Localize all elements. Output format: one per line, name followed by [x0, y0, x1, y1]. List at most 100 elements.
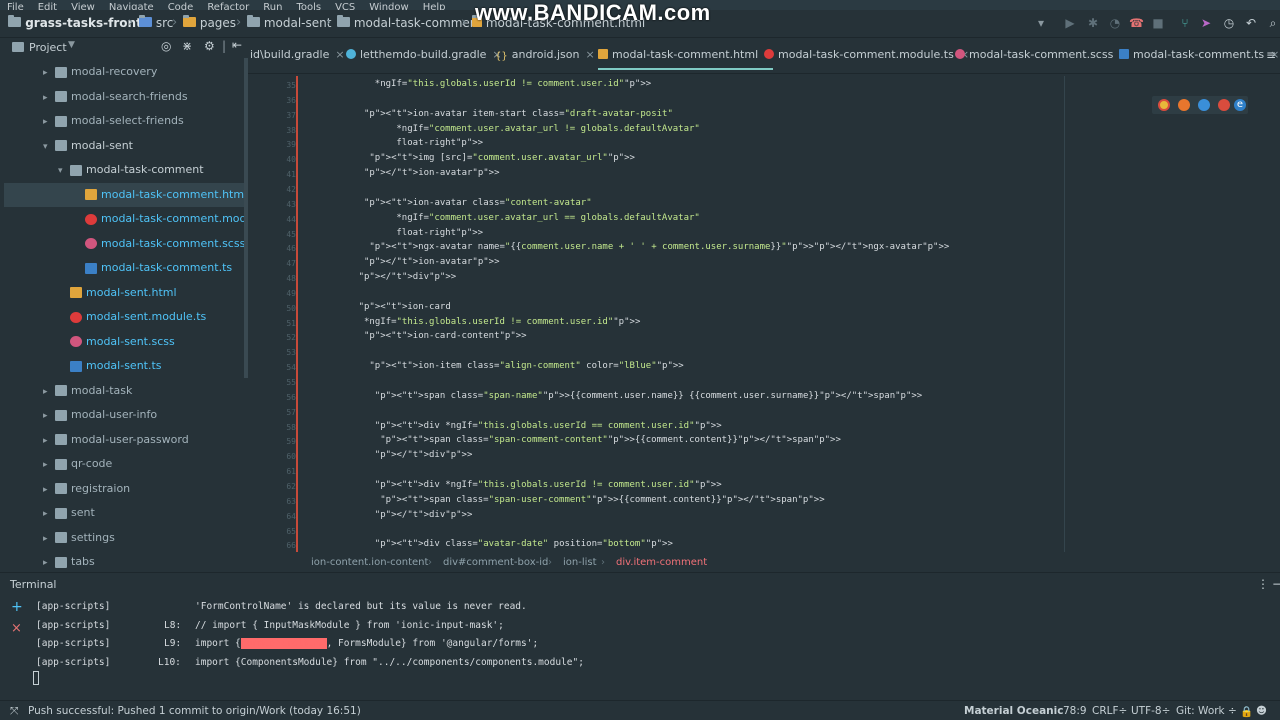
git-branch[interactable]: Git: Work ÷: [1176, 705, 1237, 717]
close-icon[interactable]: ×: [585, 48, 594, 61]
new-session-icon[interactable]: +: [11, 599, 23, 615]
chevron-right-icon[interactable]: ▸: [43, 110, 55, 135]
vcs-push-icon[interactable]: ➤: [1199, 16, 1213, 30]
tree-item-modal-task-comment-scss[interactable]: modal-task-comment.scss: [4, 232, 248, 257]
tree-item-modal-user-info[interactable]: ▸ modal-user-info: [4, 403, 248, 428]
menu-item-window[interactable]: Window: [362, 3, 415, 11]
chevron-right-icon[interactable]: ▸: [43, 478, 55, 503]
menu-item-edit[interactable]: Edit: [31, 3, 64, 11]
tree-item-qr-code[interactable]: ▸ qr-code: [4, 452, 248, 477]
tab-android-json[interactable]: {} android.json ×: [495, 48, 595, 70]
hide-terminal-icon[interactable]: −: [1272, 577, 1280, 591]
nav-src-crumb[interactable]: src: [139, 15, 173, 30]
safari-icon[interactable]: [1198, 99, 1210, 111]
code-line[interactable]: "p"><"t">ion-card-content"p">>: [364, 331, 527, 341]
tree-item-modal-sent-html[interactable]: modal-sent.html: [4, 281, 248, 306]
code-line[interactable]: "p"><"t">div *ngIf="this.globals.userId …: [375, 480, 722, 490]
menu-item-help[interactable]: Help: [416, 3, 453, 11]
nav-project-crumb[interactable]: grass-tasks-front: [8, 15, 142, 30]
code-line[interactable]: *ngIf="this.globals.userId != comment.us…: [364, 317, 640, 327]
tree-item-modal-user-password[interactable]: ▸ modal-user-password: [4, 428, 248, 453]
project-view-selector[interactable]: Project: [29, 41, 67, 54]
code-line[interactable]: "p"></"t">ion-avatar"p">>: [364, 257, 500, 267]
code-line[interactable]: "p"><"t">div class="avatar-date" positio…: [375, 539, 673, 549]
tree-item-modal-sent[interactable]: ▾ modal-sent: [4, 134, 248, 159]
coverage-icon[interactable]: ◔: [1108, 16, 1122, 30]
tab-build-gradle[interactable]: id\build.gradle ×: [250, 48, 345, 70]
code-line[interactable]: "p"></"t">div"p">>: [359, 272, 457, 282]
chevron-right-icon[interactable]: ▸: [43, 429, 55, 454]
tree-item-modal-task-comment-ts[interactable]: modal-task-comment.ts: [4, 256, 248, 281]
revert-icon[interactable]: ↶: [1244, 16, 1258, 30]
tree-item-modal-sent-ts[interactable]: modal-sent.ts: [4, 354, 248, 379]
chevron-right-icon[interactable]: ▸: [43, 453, 55, 478]
code-line[interactable]: *ngIf="this.globals.userId != comment.us…: [375, 79, 651, 89]
tree-item-settings[interactable]: ▸ settings: [4, 526, 248, 551]
chevron-down-icon[interactable]: ▾: [58, 159, 70, 184]
target-icon[interactable]: ◎: [161, 39, 171, 53]
menu-item-file[interactable]: File: [0, 3, 31, 11]
menu-item-navigate[interactable]: Navigate: [102, 3, 161, 11]
vcs-update-icon[interactable]: ⑂: [1178, 16, 1192, 30]
code-line[interactable]: "p"></"t">div"p">>: [375, 450, 473, 460]
lock-icon[interactable]: 🔒: [1240, 705, 1253, 718]
chevron-right-icon[interactable]: ▸: [43, 502, 55, 527]
tree-item-modal-task[interactable]: ▸ modal-task: [4, 379, 248, 404]
chevron-down-icon[interactable]: ▾: [43, 135, 55, 160]
opera-icon[interactable]: [1218, 99, 1230, 111]
ie-icon[interactable]: e: [1234, 99, 1246, 111]
nav-pages-crumb[interactable]: pages: [183, 15, 236, 30]
crumb-ion-content[interactable]: ion-content.ion-content: [311, 557, 428, 568]
close-session-icon[interactable]: ×: [11, 621, 22, 636]
nav-modal-sent-crumb[interactable]: modal-sent: [247, 15, 331, 30]
code-line[interactable]: "p"><"t">ion-item class="align-comment" …: [369, 361, 683, 371]
tree-item-modal-sent-scss[interactable]: modal-sent.scss: [4, 330, 248, 355]
chevron-right-icon[interactable]: ▸: [43, 61, 55, 86]
tree-item-modal-task-comment-html[interactable]: modal-task-comment.html: [4, 182, 248, 207]
crumb-comment-box[interactable]: div#comment-box-id: [443, 557, 548, 568]
code-line[interactable]: "p"><"t">ngx-avatar name="{{comment.user…: [369, 242, 949, 252]
code-line[interactable]: float-right"p">>: [396, 228, 483, 238]
menu-item-refactor[interactable]: Refactor: [200, 3, 256, 11]
status-message[interactable]: Push successful: Pushed 1 commit to orig…: [28, 705, 361, 717]
code-line[interactable]: "p"><"t">ion-avatar item-start class="dr…: [364, 109, 673, 119]
code-line[interactable]: "p"></"t">ion-avatar"p">>: [364, 168, 500, 178]
code-line[interactable]: "p"><"t">ion-card: [359, 302, 451, 312]
gear-icon[interactable]: ⚙: [204, 39, 215, 53]
code-line[interactable]: *ngIf="comment.user.avatar_url == global…: [396, 213, 699, 223]
tree-item-modal-recovery[interactable]: ▸ modal-recovery: [4, 60, 248, 85]
line-separator[interactable]: CRLF÷: [1092, 705, 1127, 717]
history-icon[interactable]: ◷: [1222, 16, 1236, 30]
chevron-right-icon[interactable]: ▸: [43, 86, 55, 111]
chevron-right-icon[interactable]: ▸: [43, 551, 55, 570]
tab-letthemdo-build-gradle[interactable]: letthemdo-build.gradle ×: [346, 48, 502, 70]
chevron-down-icon[interactable]: ▼: [68, 40, 75, 50]
firefox-icon[interactable]: [1178, 99, 1190, 111]
tree-item-modal-task-comment-module-ts[interactable]: modal-task-comment.module.ts: [4, 207, 248, 232]
tab-modal-task-comment-module-ts[interactable]: modal-task-comment.module.ts×: [764, 48, 969, 70]
menu-item-view[interactable]: View: [64, 3, 102, 11]
code-line[interactable]: "p"><"t">div *ngIf="this.globals.userId …: [375, 421, 722, 431]
code-editor[interactable]: 35 36 37 38 39 40 41 42 43 44 45 46 47 48 49 50 51 52 53 54…: [248, 76, 1280, 552]
tree-item-modal-task-comment[interactable]: ▾ modal-task-comment: [4, 158, 248, 183]
code-line[interactable]: "p"><"t">span class="span-comment-conten…: [380, 435, 841, 445]
stop-icon[interactable]: ■: [1151, 16, 1165, 30]
tree-item-tabs[interactable]: ▸ tabs: [4, 550, 248, 570]
chevron-right-icon[interactable]: ▸: [43, 380, 55, 405]
cursor-position[interactable]: 78:9: [1063, 705, 1087, 717]
theme-indicator[interactable]: Material Oceanic: [964, 705, 1063, 717]
menu-item-run[interactable]: Run: [256, 3, 289, 11]
close-icon[interactable]: ×: [335, 48, 344, 61]
crumb-ion-list[interactable]: ion-list: [563, 557, 597, 568]
code-line[interactable]: *ngIf="comment.user.avatar_url != global…: [396, 124, 699, 134]
code-line[interactable]: float-right"p">>: [396, 138, 483, 148]
menu-item-tools[interactable]: Tools: [289, 3, 328, 11]
chrome-icon[interactable]: [1158, 99, 1170, 111]
crumb-item-comment[interactable]: div.item-comment: [616, 557, 707, 568]
menu-item-code[interactable]: Code: [161, 3, 201, 11]
debug-icon[interactable]: ✱: [1086, 16, 1100, 30]
chevron-right-icon[interactable]: ▸: [43, 404, 55, 429]
code-line[interactable]: "p"><"t">ion-avatar class="content-avata…: [364, 198, 592, 208]
hide-panel-icon[interactable]: ⇤: [232, 38, 242, 52]
tab-modal-task-comment-scss[interactable]: modal-task-comment.scss×: [955, 48, 1129, 70]
